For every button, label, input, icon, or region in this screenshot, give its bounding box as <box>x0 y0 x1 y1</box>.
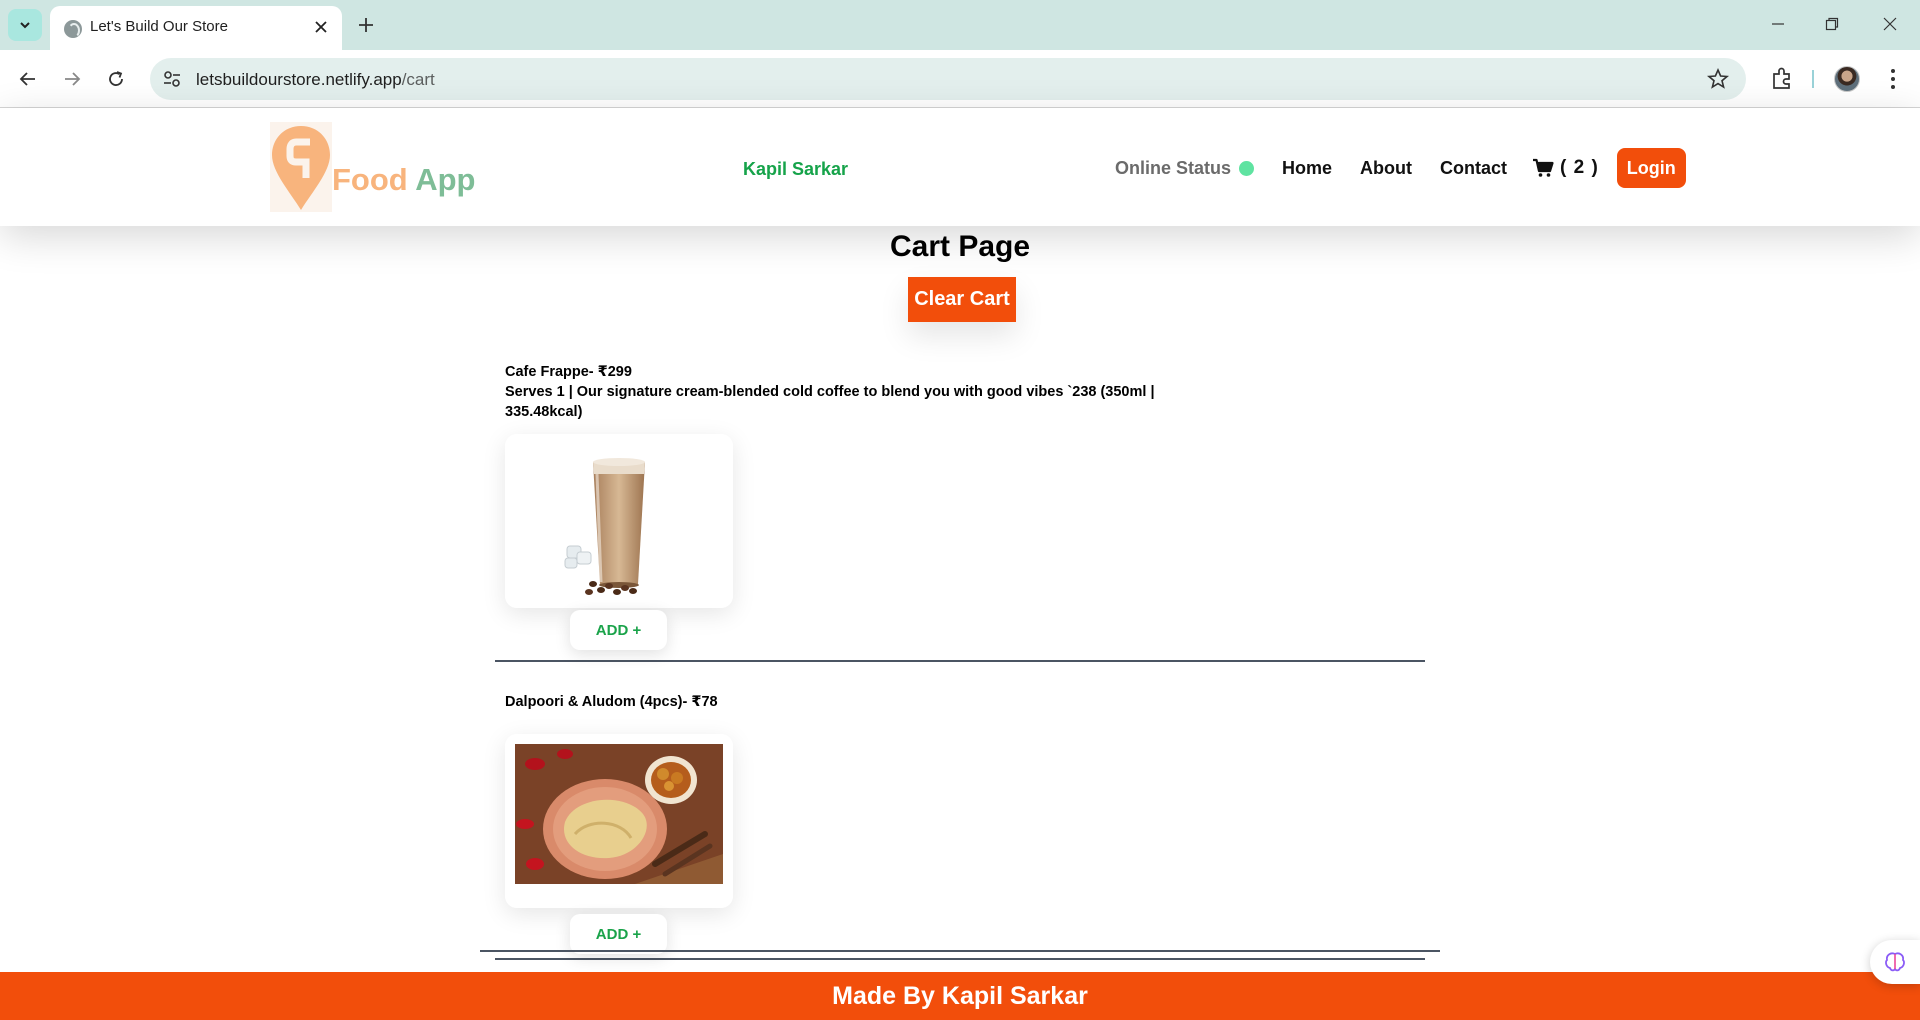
add-button[interactable]: ADD + <box>570 610 667 650</box>
login-button[interactable]: Login <box>1616 148 1686 188</box>
cafe-frappe-image <box>505 434 733 608</box>
nav-home-link[interactable]: Home <box>1282 158 1332 179</box>
window-close-button[interactable] <box>1868 8 1912 40</box>
reload-button[interactable] <box>100 63 132 95</box>
nav-cart-link[interactable]: ( 2 ) <box>1532 157 1599 179</box>
main-nav: Online Status Home About Contact ( 2 ) L… <box>1115 147 1686 189</box>
profile-avatar[interactable] <box>1834 66 1860 92</box>
online-status: Online Status <box>1115 157 1255 179</box>
window-restore-button[interactable] <box>1810 8 1854 40</box>
shopping-cart-icon <box>1533 158 1554 177</box>
footer-text: Made By Kapil Sarkar <box>832 981 1088 1010</box>
toolbar-divider <box>1812 70 1814 88</box>
arrow-right-icon <box>65 72 81 86</box>
back-button[interactable] <box>12 63 44 95</box>
logo-word-app: App <box>415 162 476 197</box>
url-text: letsbuildourstore.netlify.app/cart <box>196 70 435 89</box>
add-button[interactable]: ADD + <box>570 914 667 954</box>
plus-icon <box>359 18 373 32</box>
chevron-down-icon <box>20 22 30 29</box>
user-name: Kapil Sarkar <box>743 159 849 179</box>
cart-bottom-divider <box>480 950 1440 952</box>
item-name: Dalpoori & Aludom (4pcs)- ₹78 <box>505 694 718 710</box>
nav-contact-link[interactable]: Contact <box>1440 158 1507 179</box>
restore-icon <box>1825 17 1839 31</box>
minimize-icon <box>1772 23 1784 25</box>
extensions-puzzle-icon[interactable] <box>1768 64 1796 92</box>
close-icon <box>1883 17 1897 31</box>
arrow-left-icon <box>19 72 35 86</box>
site-settings-icon[interactable] <box>162 69 182 89</box>
cart-count: ( 2 ) <box>1560 157 1599 178</box>
nav-about-link[interactable]: About <box>1360 158 1412 179</box>
site-header: Food App Kapil Sarkar Online Status Home… <box>0 108 1920 226</box>
item-image <box>505 734 733 908</box>
tab-search-button[interactable] <box>8 9 42 41</box>
page-title: Cart Page <box>889 230 1031 263</box>
window-minimize-button[interactable] <box>1756 8 1800 40</box>
site-footer: Made By Kapil Sarkar <box>0 972 1920 1020</box>
food-app-logo[interactable]: Food App <box>270 122 480 212</box>
new-tab-button[interactable] <box>352 11 380 39</box>
cart-item: Cafe Frappe- ₹299 Serves 1 | Our signatu… <box>495 362 1425 662</box>
reload-icon <box>109 71 123 86</box>
assistant-brain-icon[interactable] <box>1870 940 1920 984</box>
dalpoori-aludom-image <box>505 734 733 908</box>
browser-toolbar: letsbuildourstore.netlify.app/cart <box>0 50 1920 108</box>
tab-close-icon[interactable] <box>310 16 332 38</box>
online-status-label: Online Status <box>1115 157 1232 178</box>
bookmark-star-icon[interactable] <box>1706 67 1730 91</box>
item-description: Serves 1 | Our signature cream-blended c… <box>505 384 1155 420</box>
browser-tab-bar: Let's Build Our Store <box>0 0 1920 50</box>
browser-tab-active[interactable]: Let's Build Our Store <box>50 6 342 50</box>
logo-word-food: Food <box>332 162 408 197</box>
globe-icon <box>64 20 82 38</box>
location-pin-logo-icon <box>270 122 332 212</box>
online-status-dot-icon <box>1239 160 1255 176</box>
item-image <box>505 434 733 608</box>
browser-menu-icon[interactable] <box>1880 64 1906 94</box>
item-name: Cafe Frappe- ₹299 <box>505 364 632 380</box>
clear-cart-button[interactable]: Clear Cart <box>908 277 1016 322</box>
forward-button[interactable] <box>56 63 88 95</box>
address-bar[interactable]: letsbuildourstore.netlify.app/cart <box>150 58 1746 100</box>
cart-item: Dalpoori & Aludom (4pcs)- ₹78 ADD + <box>495 688 1425 960</box>
tab-title: Let's Build Our Store <box>90 18 228 35</box>
